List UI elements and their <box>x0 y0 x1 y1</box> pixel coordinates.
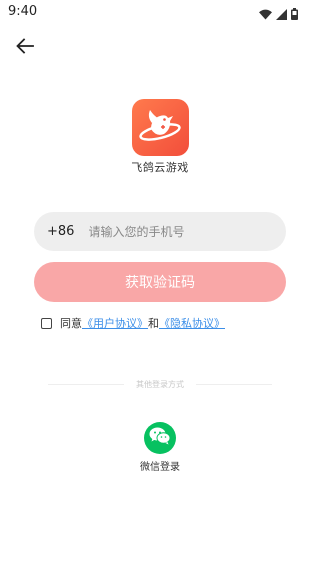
arrow-left-icon <box>16 38 34 58</box>
battery-icon <box>291 5 298 24</box>
wifi-icon <box>259 5 272 24</box>
agreement-checkbox[interactable] <box>41 317 52 329</box>
status-bar: 9:40 <box>0 0 320 24</box>
phone-input[interactable] <box>88 224 259 239</box>
app-name: 飞鸽云游戏 <box>131 161 189 174</box>
wechat-login: 微信登录 <box>0 422 320 473</box>
divider-line-left <box>48 384 124 385</box>
signal-icon <box>276 5 287 24</box>
agreement-row: 同意 《用户协议》 和 《隐私协议》 <box>41 315 225 331</box>
other-login-label: 其他登录方式 <box>136 380 184 389</box>
wechat-login-button[interactable] <box>144 422 176 454</box>
other-login-divider: 其他登录方式 <box>48 379 272 390</box>
wechat-icon <box>149 427 171 449</box>
phone-input-container: +86 <box>34 212 286 251</box>
app-logo <box>131 99 189 156</box>
status-time: 9:40 <box>8 4 38 19</box>
privacy-agreement-link[interactable]: 《隐私协议》 <box>159 315 225 331</box>
divider-line-right <box>196 384 272 385</box>
back-button[interactable] <box>13 36 37 60</box>
country-code[interactable]: +86 <box>47 224 74 239</box>
user-agreement-link[interactable]: 《用户协议》 <box>82 315 148 331</box>
status-icons <box>259 5 298 24</box>
get-code-button[interactable]: 获取验证码 <box>34 262 286 302</box>
pigeon-planet-icon <box>137 105 183 151</box>
agreement-prefix: 同意 <box>60 317 82 330</box>
agreement-conjunction: 和 <box>148 317 159 330</box>
wechat-login-label: 微信登录 <box>140 462 180 473</box>
app-branding: 飞鸽云游戏 <box>0 99 320 175</box>
